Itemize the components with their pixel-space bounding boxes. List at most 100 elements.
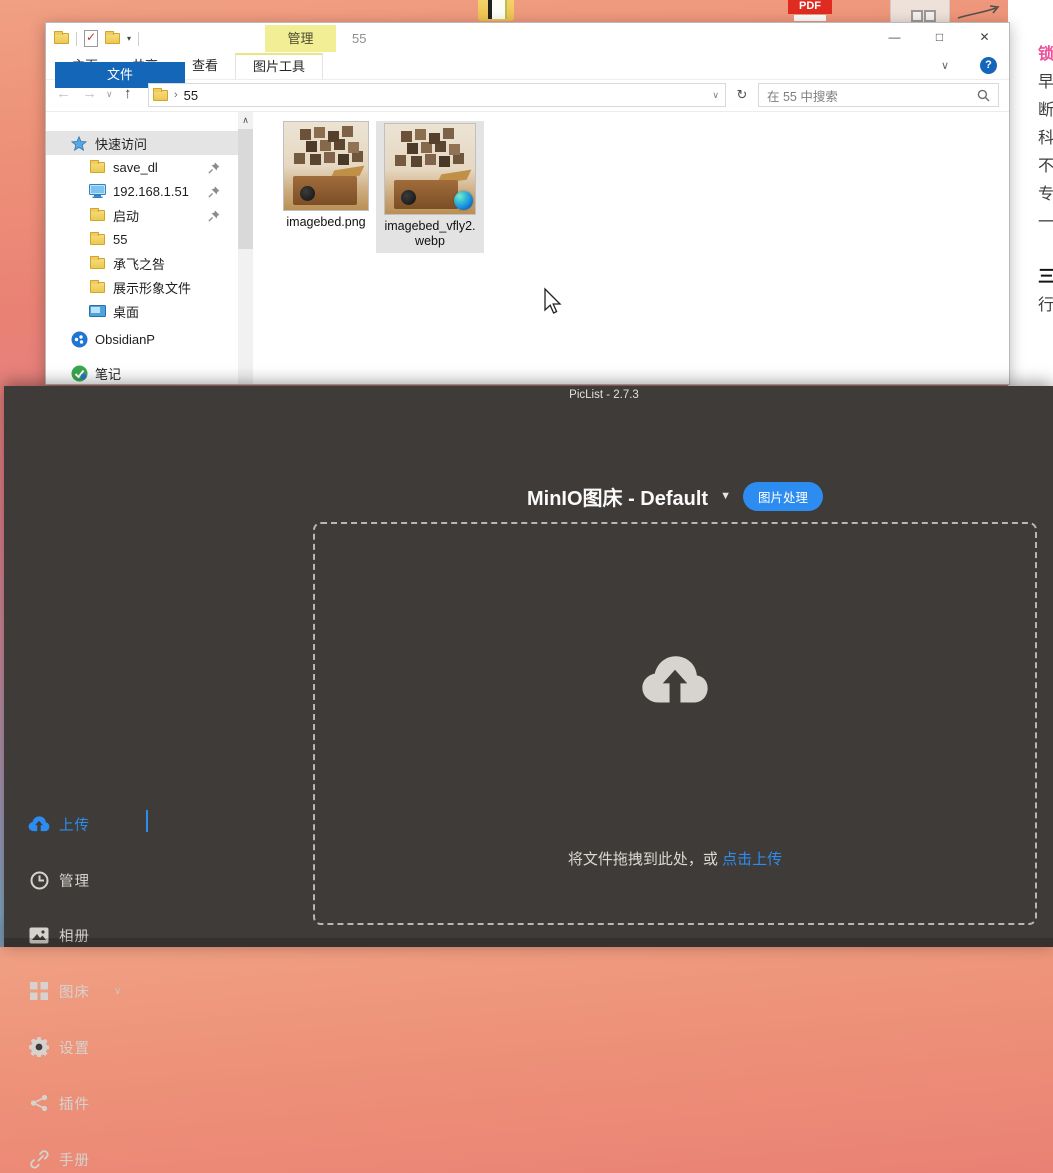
explorer-titlebar[interactable]: ▾ 管理 55 — □ ✕ [46,23,1009,53]
nav-label: 设置 [59,1037,90,1058]
navigation-pane: 快速访问 save_dl 192.168.1.51 启动55承飞之咎展示形象文件桌面 O… [46,112,238,384]
address-bar[interactable]: › 55 ∨ [148,83,726,107]
file-name: imagebed_vfly2.webp [380,219,480,249]
edge-browser-icon [454,191,473,210]
sidebar-item-label: save_dl [113,160,158,175]
sidebar-item-快速访问[interactable]: 快速访问 [46,131,238,155]
dropzone-hint-text: 将文件拖拽到此处，或 [568,851,722,868]
picbed-select[interactable]: MinIO图床 - Default [527,482,708,511]
monitor-icon [88,184,106,198]
background-text-char: 科 [1038,124,1053,148]
gear-icon [28,1037,50,1057]
upload-cloud-icon [641,654,709,706]
background-document-window: 锁早断科不专一三行 [1008,0,1053,386]
explorer-body: 快速访问 save_dl 192.168.1.51 启动55承飞之咎展示形象文件桌面 O… [46,112,1009,384]
back-button[interactable]: ← [56,85,71,102]
folder-icon [88,234,106,245]
properties-check-icon[interactable] [84,30,98,47]
scroll-up-icon[interactable]: ∧ [238,112,253,126]
book-icon [488,0,507,19]
ribbon-tab-row: 文件主页共享查看图片工具 ∨ ? [46,53,1009,80]
breadcrumb[interactable]: 55 [184,88,198,103]
click-to-upload-link[interactable]: 点击上传 [722,851,782,868]
mouse-cursor [541,287,563,317]
nav-label: 手册 [59,1149,90,1170]
file-item[interactable]: imagebed.png [276,121,376,230]
address-dropdown-icon[interactable]: ∨ [712,90,721,101]
uploader-header: MinIO图床 - Default ▼ 图片处理 [313,480,1037,512]
file-item[interactable]: imagebed_vfly2.webp [376,121,484,253]
piclist-nav-图床[interactable]: 图床 ∨ [4,977,184,1005]
sidebar-item-save_dl[interactable]: save_dl [46,155,238,179]
piclist-nav-手册[interactable]: 手册 [4,1145,184,1173]
piclist-nav-插件[interactable]: 插件 [4,1089,184,1117]
active-nav-caret [146,810,148,832]
piclist-nav-管理[interactable]: 管理 [4,866,184,894]
search-icon[interactable] [977,89,990,102]
pin-icon [208,159,220,174]
ribbon-tab-图片工具[interactable]: 图片工具 [235,53,323,79]
recent-locations-icon[interactable]: ∨ [106,89,113,100]
pdf-icon-page [794,15,826,21]
sidebar-item-label: ObsidianP [95,332,155,347]
sidebar-item-192.168.1.51[interactable]: 192.168.1.51 [46,179,238,203]
nav-label: 插件 [59,1093,90,1114]
forward-button[interactable]: → [82,85,97,102]
window-title: 55 [352,31,366,46]
background-text-char: 不 [1038,152,1053,176]
search-placeholder: 在 55 中搜索 [767,86,838,105]
folder-icon[interactable] [54,33,69,44]
search-input[interactable]: 在 55 中搜索 [758,83,999,107]
file-thumbnail[interactable] [384,123,476,215]
window-controls: — □ ✕ [872,23,1007,51]
nav-label: 图床 [59,981,90,1002]
pin-icon [208,183,220,198]
chevron-down-icon[interactable]: ▼ [720,490,731,502]
sidebar-item-承飞之咎[interactable]: 承飞之咎 [46,251,238,275]
desktop-book-folder-icon[interactable] [478,0,514,21]
notes-app-icon [70,365,88,382]
chevron-down-icon[interactable]: ∨ [114,986,121,997]
sidebar-item-55[interactable]: 55 [46,227,238,251]
close-button[interactable]: ✕ [962,23,1007,51]
divider [138,32,139,46]
upload-dropzone[interactable]: 将文件拖拽到此处，或 点击上传 [313,522,1037,925]
piclist-nav-相册[interactable]: 相册 [4,921,184,949]
file-thumbnail[interactable] [283,121,369,211]
sidebar-item-ObsidianP[interactable]: ObsidianP [46,327,238,351]
up-button[interactable]: ↑ [124,85,132,102]
window-glyph-icon [911,10,923,22]
new-folder-icon[interactable] [105,33,120,44]
share-icon [28,1094,50,1112]
sidebar-item-label: 192.168.1.51 [113,184,189,199]
minimize-button[interactable]: — [872,23,917,51]
desktop-pdf-file-icon[interactable]: PDF [788,0,832,22]
background-text-char: 一 [1038,208,1053,232]
refresh-button[interactable]: ↻ [732,83,752,107]
breadcrumb-separator: › [174,89,178,101]
nav-label: 管理 [59,870,90,891]
annotation-arrow-icon [956,2,1004,22]
sidebar-item-展示形象文件[interactable]: 展示形象文件 [46,275,238,299]
file-explorer-window: ▾ 管理 55 — □ ✕ 文件主页共享查看图片工具 ∨ ? ← → ∨ ↑ ›… [45,22,1010,385]
quick-access-star-icon [70,136,88,151]
ribbon-collapse-icon[interactable]: ∨ [941,59,949,72]
piclist-nav-上传[interactable]: 上传 [4,810,184,838]
camera-lens [401,190,416,205]
sidebar-item-启动[interactable]: 启动 [46,203,238,227]
piclist-nav-设置[interactable]: 设置 [4,1033,184,1061]
sidebar-item-笔记[interactable]: 笔记 [46,361,238,384]
navigation-scrollbar[interactable]: ∧ [238,112,253,384]
background-text-char: 专 [1038,180,1053,204]
help-icon[interactable]: ? [980,57,997,74]
background-text-char: 三 [1038,262,1053,287]
desktop-icon [88,305,106,318]
sidebar-item-label: 桌面 [113,302,139,321]
scrollbar-thumb[interactable] [238,129,253,249]
image-process-button[interactable]: 图片处理 [743,482,823,511]
sidebar-item-桌面[interactable]: 桌面 [46,299,238,323]
picture-icon [28,927,50,944]
qat-dropdown-icon[interactable]: ▾ [127,34,131,43]
maximize-button[interactable]: □ [917,23,962,51]
contextual-tab-manage[interactable]: 管理 [265,25,336,52]
